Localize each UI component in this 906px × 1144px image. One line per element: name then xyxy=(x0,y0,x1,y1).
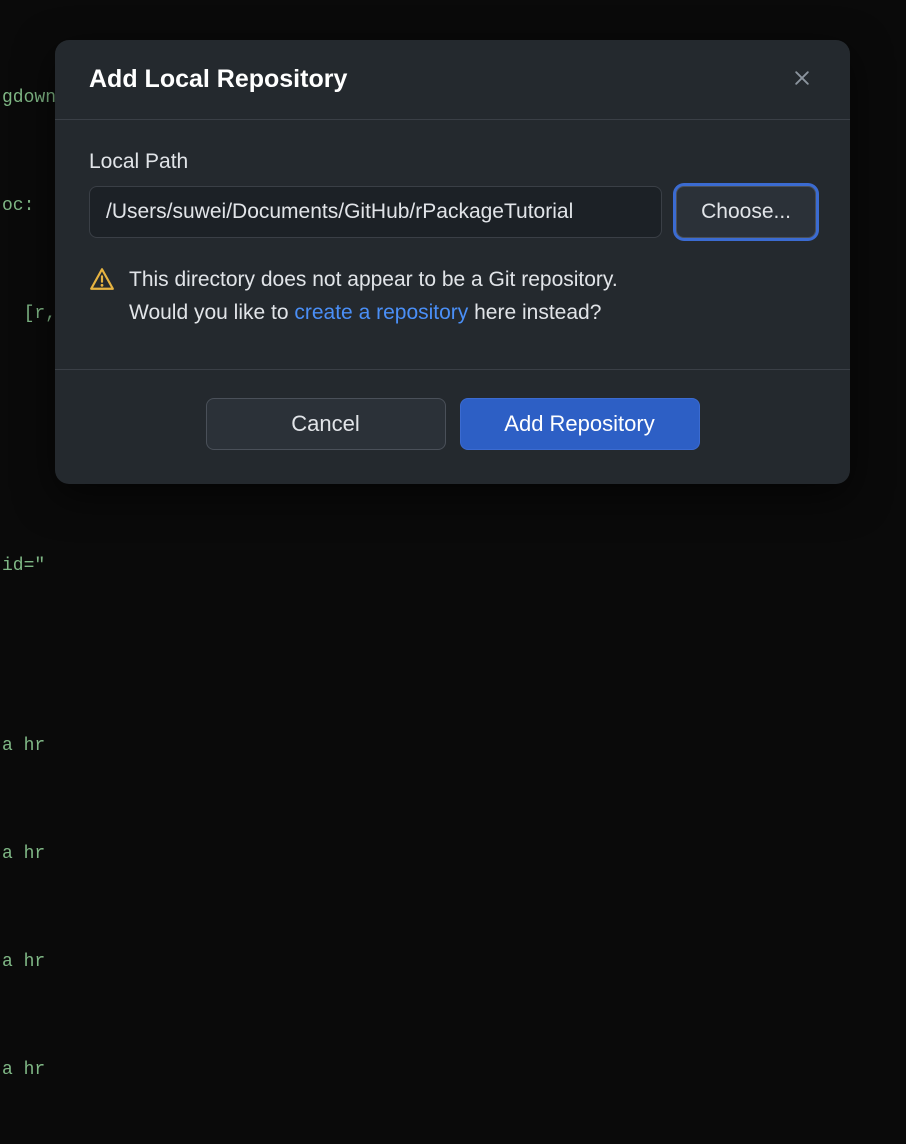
add-repository-button[interactable]: Add Repository xyxy=(460,398,700,450)
dialog-header: Add Local Repository xyxy=(55,40,850,120)
dialog-body: Local Path Choose... This directory does… xyxy=(55,120,850,369)
cancel-button[interactable]: Cancel xyxy=(206,398,446,450)
warning-line-1: This directory does not appear to be a G… xyxy=(129,268,618,291)
close-icon xyxy=(792,68,812,91)
close-button[interactable] xyxy=(788,64,816,95)
warning-icon xyxy=(89,266,115,297)
choose-button[interactable]: Choose... xyxy=(676,186,816,238)
warning-prefix: Would you like to xyxy=(129,301,294,324)
create-repository-link[interactable]: create a repository xyxy=(294,301,468,324)
warning-message: This directory does not appear to be a G… xyxy=(89,264,816,329)
warning-text: This directory does not appear to be a G… xyxy=(129,264,618,329)
dialog-footer: Cancel Add Repository xyxy=(55,369,850,484)
local-path-row: Choose... xyxy=(89,186,816,238)
local-path-input[interactable] xyxy=(89,186,662,238)
local-path-label: Local Path xyxy=(89,150,816,174)
dialog-title: Add Local Repository xyxy=(89,65,347,94)
add-local-repository-dialog: Add Local Repository Local Path Choose..… xyxy=(55,40,850,484)
warning-suffix: here instead? xyxy=(468,301,601,324)
